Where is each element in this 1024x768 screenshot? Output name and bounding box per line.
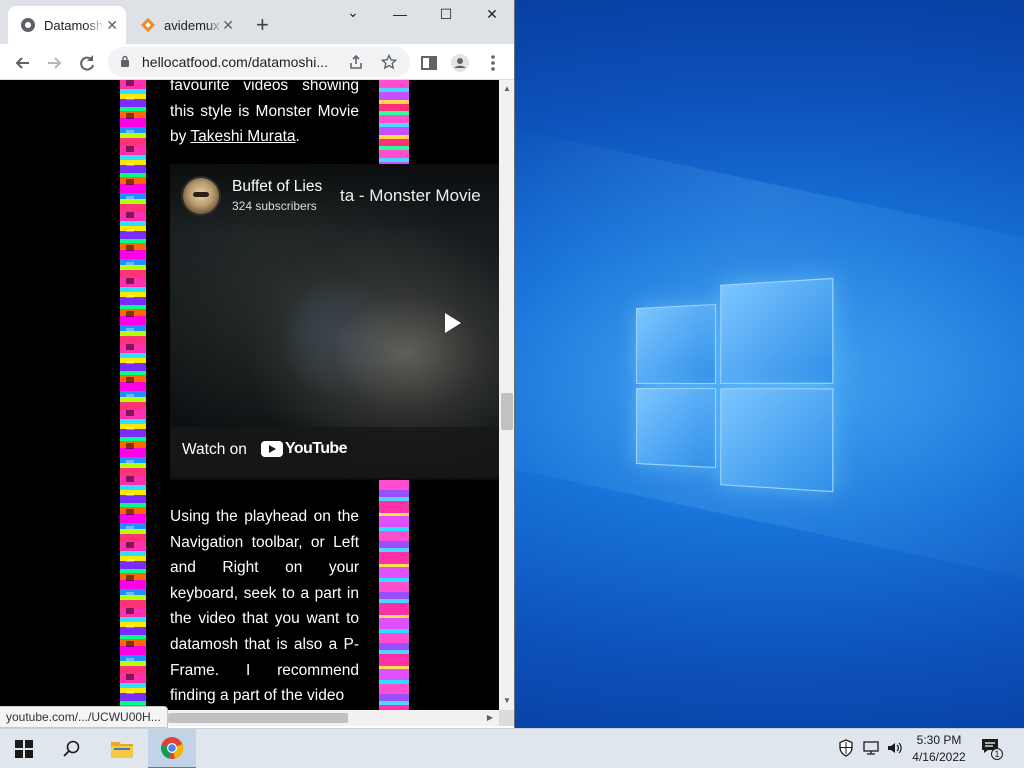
paragraph-period: .: [295, 128, 300, 146]
windows-logo: [636, 277, 836, 493]
url-text[interactable]: hellocatfood.com/datamoshi...: [142, 54, 334, 70]
youtube-embed[interactable]: ta - Monster Movie Buffet of Lies 324 su…: [170, 164, 499, 480]
volume-icon[interactable]: [886, 739, 904, 757]
watch-on-label[interactable]: Watch on: [182, 441, 247, 459]
tab-avidemux[interactable]: avidemux ✕: [130, 6, 242, 44]
watch-on-youtube-bar[interactable]: Watch on YouTube: [170, 427, 499, 478]
channel-name[interactable]: Buffet of Lies: [232, 178, 322, 196]
avidemux-icon: [140, 17, 156, 33]
browser-toolbar: hellocatfood.com/datamoshi...: [0, 44, 514, 80]
network-icon[interactable]: [862, 739, 880, 757]
taskbar: 5:30 PM 4/16/2022 1: [0, 728, 1024, 768]
forward-icon[interactable]: [43, 52, 65, 74]
maximize-button[interactable]: ☐: [423, 6, 469, 26]
vertical-scrollbar[interactable]: ▲ ▼: [499, 80, 514, 710]
youtube-wordmark: YouTube: [285, 440, 347, 457]
play-icon[interactable]: [432, 304, 470, 342]
youtube-play-icon: [261, 441, 283, 457]
search-button[interactable]: [48, 729, 96, 768]
article-paragraph: favourite videos showing this style is M…: [170, 80, 359, 150]
side-panel-icon[interactable]: [418, 52, 440, 74]
new-tab-button[interactable]: +: [256, 14, 269, 36]
profile-avatar-icon[interactable]: [449, 52, 471, 74]
logo-pane-bl: [636, 388, 717, 469]
search-icon: [63, 740, 80, 757]
lock-icon[interactable]: [120, 55, 130, 67]
clock-date: 4/16/2022: [912, 750, 966, 764]
logo-pane-tl: [636, 303, 717, 384]
scrollbar-corner: [499, 710, 514, 726]
clock-time: 5:30 PM: [916, 733, 962, 747]
close-tab-icon[interactable]: ✕: [106, 18, 118, 32]
video-title[interactable]: ta - Monster Movie: [340, 186, 481, 206]
chrome-window: Datamosh ✕ avidemux ✕ + ⌄ — ☐ ✕ hellocat…: [0, 0, 515, 728]
globe-icon: [21, 18, 35, 32]
close-window-button[interactable]: ✕: [469, 6, 514, 26]
scrollbar-thumb[interactable]: [501, 393, 513, 430]
takeshi-murata-link[interactable]: Takeshi Murata: [190, 128, 295, 145]
scroll-up-arrow-icon[interactable]: ▲: [503, 84, 511, 93]
subscriber-count: 324 subscribers: [232, 199, 317, 213]
page-viewport: favourite videos showing this style is M…: [0, 80, 499, 710]
notification-center-button[interactable]: 1: [980, 737, 1008, 761]
status-bubble: youtube.com/.../UCWU00H...: [0, 706, 168, 728]
minimize-button[interactable]: —: [377, 6, 423, 26]
start-button[interactable]: [0, 729, 48, 768]
article-paragraph: Using the playhead on the Navigation too…: [170, 508, 359, 705]
file-explorer-button[interactable]: [98, 729, 146, 768]
tab-strip: Datamosh ✕ avidemux ✕ + ⌄ — ☐ ✕: [0, 0, 514, 44]
logo-pane-tr: [720, 277, 834, 384]
scroll-down-arrow-icon[interactable]: ▼: [503, 696, 511, 705]
share-icon[interactable]: [348, 54, 364, 70]
menu-kebab-icon[interactable]: [482, 52, 504, 74]
glitch-stripe-left: [120, 80, 146, 710]
security-shield-icon[interactable]: [838, 739, 854, 757]
address-bar[interactable]: hellocatfood.com/datamoshi...: [108, 47, 410, 77]
close-tab-icon[interactable]: ✕: [222, 18, 234, 32]
scroll-right-arrow-icon[interactable]: ▶: [487, 713, 493, 722]
youtube-logo[interactable]: YouTube: [261, 440, 347, 458]
tab-search-icon[interactable]: ⌄: [330, 4, 376, 24]
channel-avatar[interactable]: [181, 176, 221, 216]
chrome-taskbar-button[interactable]: [148, 729, 196, 768]
folder-icon: [111, 742, 133, 758]
glitch-stripe-right-top: [379, 80, 409, 164]
scrollbar-thumb[interactable]: [168, 713, 348, 723]
tab-datamosh[interactable]: Datamosh ✕: [8, 6, 126, 44]
notification-count-badge: 1: [991, 748, 1003, 760]
glitch-stripe-right-bottom: [379, 480, 409, 710]
windows-start-icon: [15, 740, 33, 758]
tab-title: Datamosh: [44, 17, 104, 33]
tab-title: avidemux: [164, 17, 220, 33]
chrome-icon: [161, 737, 184, 759]
system-clock[interactable]: 5:30 PM 4/16/2022: [906, 732, 972, 766]
bookmark-star-icon[interactable]: [381, 54, 397, 70]
back-icon[interactable]: [12, 52, 34, 74]
reload-icon[interactable]: [76, 52, 98, 74]
logo-pane-br: [720, 388, 834, 493]
